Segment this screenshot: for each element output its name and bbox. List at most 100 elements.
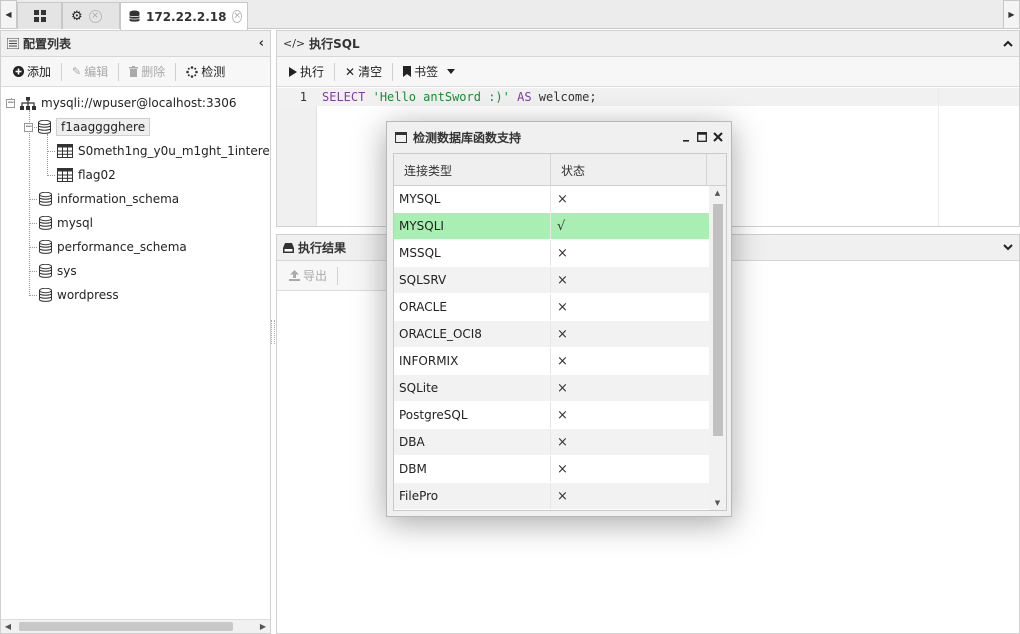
database-icon [39, 264, 52, 278]
table-row[interactable]: FilePro × [394, 483, 710, 510]
editor-gutter [277, 88, 317, 226]
close-icon[interactable]: × [88, 9, 102, 23]
scroll-left-icon[interactable]: ◀ [1, 620, 15, 633]
table-row[interactable]: PostgreSQL × [394, 402, 710, 429]
database-tree: − mysqli://wpuser@localhost:3306 − f1aag… [1, 88, 270, 619]
tab-shell-172-22-2-18[interactable]: 172.22.2.18 × [120, 2, 248, 30]
table-row[interactable]: ORACLE_OCI8 × [394, 321, 710, 348]
tab-scroll-left-button[interactable]: ◀ [0, 0, 17, 29]
separator [334, 62, 336, 81]
tab-scroll-right-button[interactable]: ▶ [1003, 0, 1020, 29]
window-icon [395, 131, 407, 143]
add-button[interactable]: 添加 [5, 61, 59, 83]
column-header-status[interactable]: 状态 [551, 154, 707, 186]
scroll-up-icon[interactable]: ▲ [709, 186, 726, 200]
scrollbar-thumb[interactable] [19, 622, 233, 631]
tree-node-database[interactable]: performance_schema [39, 236, 187, 258]
drive-icon [283, 242, 294, 253]
edit-button[interactable]: ✎ 编辑 [64, 61, 116, 83]
grid-icon [33, 10, 46, 22]
separator [61, 62, 63, 81]
export-button[interactable]: 导出 [281, 265, 335, 287]
close-icon[interactable] [713, 132, 723, 142]
tree-node-database[interactable]: − f1aagggghere [24, 116, 151, 138]
config-list-header: 配置列表 ‹ [1, 31, 270, 57]
collapse-icon[interactable]: − [6, 98, 15, 108]
database-icon [38, 120, 51, 134]
delete-button[interactable]: 删除 [121, 61, 173, 83]
execute-button[interactable]: 执行 [281, 61, 332, 83]
table-row[interactable]: DBM × [394, 456, 710, 483]
maximize-icon[interactable] [697, 132, 707, 142]
check-button[interactable]: 检测 [178, 61, 233, 83]
tree-node-database[interactable]: mysql [39, 212, 93, 234]
tree-node-database[interactable]: wordpress [39, 284, 119, 306]
column-header-type[interactable]: 连接类型 [394, 154, 551, 186]
minimize-icon[interactable] [682, 133, 691, 142]
table-row[interactable]: MYSQL × [394, 186, 710, 213]
execute-sql-header: </> 执行SQL [277, 31, 1019, 57]
line-number: 1 [299, 90, 307, 104]
spinner-icon [186, 65, 199, 78]
grid-header: 连接类型 状态 [394, 154, 726, 186]
chevron-down-icon[interactable] [1003, 244, 1013, 251]
tree-node-connection[interactable]: − mysqli://wpuser@localhost:3306 [6, 92, 237, 114]
table-row[interactable]: MSSQL × [394, 240, 710, 267]
separator [392, 62, 394, 81]
tab-settings[interactable]: ⚙ × [62, 2, 120, 29]
table-row[interactable]: MYSQLI √ [394, 213, 710, 240]
close-icon[interactable]: × [232, 10, 243, 23]
collapse-icon[interactable]: − [24, 122, 33, 132]
dialog-title: 检测数据库函数支持 [413, 130, 522, 145]
table-row[interactable]: DBA × [394, 429, 710, 456]
table-icon [57, 168, 73, 182]
tree-node-database[interactable]: sys [39, 260, 77, 282]
result-toolbar: 导出 [277, 261, 397, 291]
table-row[interactable]: SQLSRV × [394, 267, 710, 294]
collapse-left-icon[interactable]: ‹ [259, 36, 264, 51]
tree-node-database[interactable]: information_schema [39, 188, 179, 210]
table-row[interactable]: SQLite × [394, 375, 710, 402]
close-icon: ✕ [345, 64, 356, 79]
code-icon: </> [283, 37, 306, 50]
caret-down-icon [447, 69, 456, 74]
sql-code: SELECT 'Hello antSword :)' AS welcome; [322, 90, 597, 104]
config-toolbar: 添加 ✎ 编辑 删除 检测 [1, 57, 270, 87]
horizontal-scrollbar[interactable]: ◀ ▶ [1, 619, 270, 633]
tab-bar: ◀ ⚙ × 172.22.2.18 × ▶ [0, 0, 1020, 30]
scroll-right-icon[interactable]: ▶ [256, 620, 270, 633]
tab-dashboard[interactable] [17, 2, 62, 29]
database-icon [39, 216, 52, 230]
dialog-header[interactable]: 检测数据库函数支持 [387, 122, 731, 152]
list-icon [7, 38, 19, 49]
separator [337, 266, 339, 285]
database-icon [39, 192, 52, 206]
table-row[interactable]: ORACLE × [394, 294, 710, 321]
sitemap-icon [20, 96, 36, 110]
scrollbar-thumb[interactable] [713, 204, 723, 436]
database-icon [39, 288, 52, 302]
clear-button[interactable]: ✕ 清空 [337, 61, 390, 83]
vertical-scrollbar[interactable]: ▲ ▼ [709, 186, 726, 510]
database-icon [129, 10, 140, 23]
tab-label: 172.22.2.18 [146, 9, 227, 24]
scroll-down-icon[interactable]: ▼ [709, 496, 726, 510]
chevron-up-icon[interactable] [1003, 40, 1013, 47]
panel-splitter[interactable] [271, 320, 275, 344]
upload-icon [289, 270, 300, 281]
table-icon [57, 144, 73, 158]
gear-icon: ⚙ [71, 8, 83, 24]
plus-circle-icon [13, 66, 24, 77]
db-function-check-dialog: 检测数据库函数支持 连接类型 状态 MYSQL × MYSQLI √ MSSQL × … [386, 121, 732, 517]
tree-node-table[interactable]: S0meth1ng_y0u_m1ght_1intereS [57, 140, 270, 162]
grid-body: MYSQL × MYSQLI √ MSSQL × SQLSRV × ORACLE × OR… [394, 186, 710, 510]
separator [175, 62, 177, 81]
play-icon [289, 66, 297, 77]
print-margin [938, 88, 939, 226]
table-row[interactable]: INFORMIX × [394, 348, 710, 375]
bookmark-icon [403, 66, 412, 77]
bookmark-button[interactable]: 书签 [395, 61, 463, 83]
trash-icon [129, 66, 139, 77]
database-icon [39, 240, 52, 254]
tree-node-table[interactable]: flag02 [57, 164, 116, 186]
